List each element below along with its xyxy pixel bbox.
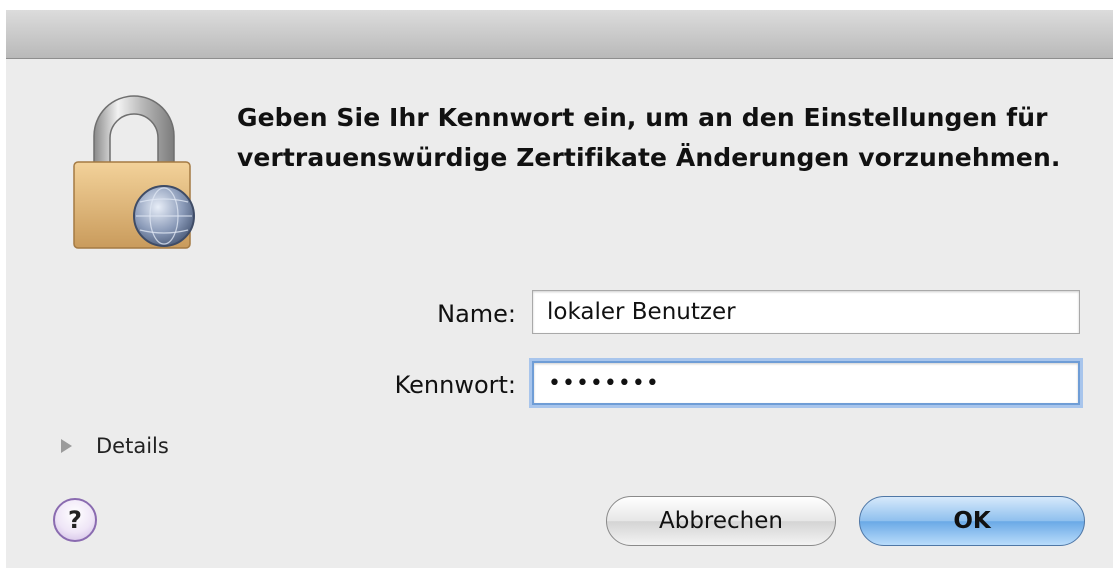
cancel-button[interactable]: Abbrechen bbox=[606, 496, 836, 546]
password-label: Kennwort: bbox=[394, 371, 516, 399]
details-disclosure[interactable]: Details bbox=[61, 434, 169, 458]
name-label: Name: bbox=[437, 300, 516, 328]
title-bar[interactable] bbox=[6, 10, 1113, 59]
details-label[interactable]: Details bbox=[96, 434, 169, 458]
dialog-message: Geben Sie Ihr Kennwort ein, um an den Ei… bbox=[237, 103, 1061, 172]
password-field[interactable]: •••••••• bbox=[532, 361, 1080, 405]
help-button[interactable]: ? bbox=[53, 498, 97, 542]
disclosure-triangle-icon[interactable] bbox=[61, 439, 72, 453]
lock-icon bbox=[73, 95, 195, 249]
authentication-dialog: Geben Sie Ihr Kennwort ein, um an den Ei… bbox=[6, 10, 1113, 568]
ok-button[interactable]: OK bbox=[859, 496, 1085, 546]
name-field[interactable] bbox=[532, 290, 1080, 334]
